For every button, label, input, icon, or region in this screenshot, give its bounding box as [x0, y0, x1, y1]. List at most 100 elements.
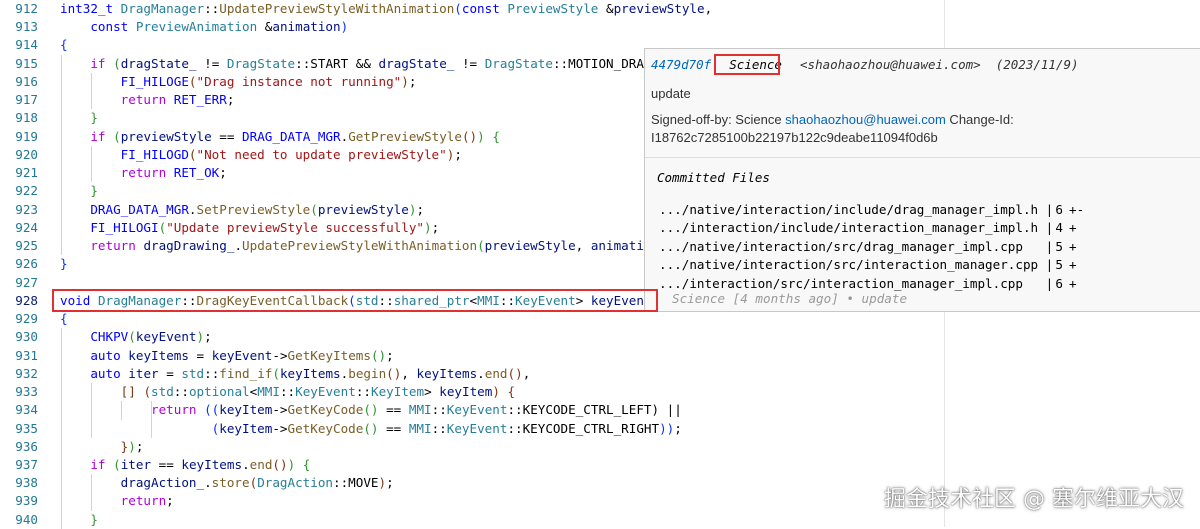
- code-token: (: [113, 128, 121, 144]
- code-token: RET_OK: [173, 165, 220, 181]
- code-line[interactable]: 932 auto iter = std::find_if(keyItems.be…: [0, 365, 1200, 383]
- line-code[interactable]: }: [60, 511, 98, 529]
- indent-guide: [91, 474, 92, 511]
- signed-off-email-link[interactable]: shaohaozhou@huawei.com: [785, 112, 946, 127]
- line-code[interactable]: DRAG_DATA_MGR.SetPreviewStyle(previewSty…: [60, 201, 424, 219]
- line-code[interactable]: int32_t DragManager::UpdatePreviewStyleW…: [60, 0, 712, 18]
- line-code[interactable]: return dragDrawing_.UpdatePreviewStyleWi…: [60, 237, 659, 255]
- committed-file-row[interactable]: .../native/interaction/include/drag_mana…: [659, 201, 1084, 219]
- file-path: .../native/interaction/src/interaction_m…: [659, 257, 1054, 273]
- code-line[interactable]: 912 int32_t DragManager::UpdatePreviewSty…: [0, 0, 1200, 18]
- code-token: (: [310, 201, 318, 217]
- line-code[interactable]: dragAction_.store(DragAction::MOVE);: [60, 474, 394, 492]
- change-id-value: I18762c7285100b22197b122c9deabe11094f0d6…: [651, 130, 938, 145]
- code-token: ): [401, 73, 409, 89]
- line-number: 923: [15, 201, 38, 217]
- author-highlight-box: [714, 54, 780, 75]
- code-token: ): [492, 384, 500, 400]
- code-token: PreviewStyle: [507, 1, 599, 16]
- code-token: ;: [219, 165, 227, 181]
- line-code[interactable]: const PreviewAnimation &animation): [60, 18, 348, 36]
- code-token: optional: [188, 384, 250, 400]
- line-number: 924: [15, 219, 38, 235]
- line-code[interactable]: CHKPV(keyEvent);: [60, 328, 211, 346]
- line-number: 940: [15, 511, 38, 527]
- line-code[interactable]: FI_HILOGI("Update previewStyle successfu…: [60, 219, 439, 237]
- code-line[interactable]: 933 [] (std::optional<MMI::KeyEvent::Key…: [0, 383, 1200, 401]
- code-line[interactable]: 931 auto keyItems = keyEvent->GetKeyItem…: [0, 347, 1200, 365]
- line-code[interactable]: if (previewStyle == DRAG_DATA_MGR.GetPre…: [60, 128, 500, 146]
- commit-author-email: <shaohaozhou@huawei.com>: [800, 57, 981, 72]
- code-token: begin: [348, 365, 387, 381]
- file-change-count: 6: [1055, 202, 1063, 217]
- code-token: ): [423, 219, 432, 235]
- line-code[interactable]: {: [60, 36, 68, 54]
- code-token: return: [120, 165, 167, 181]
- line-code[interactable]: }: [60, 182, 98, 200]
- code-token: KeyEvent: [446, 402, 508, 418]
- line-code[interactable]: auto keyItems = keyEvent->GetKeyItems();: [60, 347, 393, 365]
- code-token: ;: [166, 493, 174, 509]
- code-token: DragState: [226, 55, 296, 71]
- file-path: .../interaction/include/interaction_mana…: [659, 220, 1054, 236]
- line-code[interactable]: if (dragState_ != DragState::START && dr…: [60, 55, 659, 73]
- code-token: ::: [431, 420, 447, 436]
- code-token: CHKPV: [90, 329, 129, 345]
- code-line[interactable]: 913 const PreviewAnimation &animation): [0, 18, 1200, 36]
- code-token: GetKeyItems: [287, 347, 371, 363]
- code-token: keyEvent: [135, 329, 197, 345]
- code-line[interactable]: 940 }: [0, 511, 1200, 529]
- line-code[interactable]: return;: [60, 492, 174, 510]
- code-line[interactable]: 936 });: [0, 438, 1200, 456]
- code-token: auto: [90, 365, 121, 381]
- code-token: &: [598, 1, 614, 16]
- code-token: keyItems: [181, 457, 243, 472]
- code-token: if: [90, 128, 106, 144]
- code-token: ,: [575, 238, 591, 254]
- code-token: find_if: [219, 365, 273, 381]
- code-token: keyEvent: [211, 347, 273, 363]
- line-code[interactable]: FI_HILOGE("Drag instance not running");: [60, 73, 417, 91]
- committed-file-row[interactable]: .../native/interaction/src/drag_manager_…: [659, 238, 1084, 256]
- line-code[interactable]: auto iter = std::find_if(keyItems.begin(…: [60, 365, 530, 383]
- code-token: ::KEYCODE_CTRL_LEFT) ||: [507, 402, 682, 418]
- line-code[interactable]: });: [60, 438, 144, 456]
- code-line[interactable]: 937 if (iter == keyItems.end()) {: [0, 456, 1200, 474]
- line-code[interactable]: return RET_OK;: [60, 164, 227, 182]
- line-code[interactable]: [] (std::optional<MMI::KeyEvent::KeyItem…: [60, 383, 515, 401]
- change-id-label: Change-Id:: [945, 112, 1014, 127]
- code-token: {: [60, 37, 68, 53]
- code-token: auto: [90, 347, 121, 363]
- line-code[interactable]: }: [60, 109, 98, 127]
- line-code[interactable]: {: [60, 310, 68, 328]
- line-code[interactable]: return ((keyItem->GetKeyCode() == MMI::K…: [60, 401, 682, 419]
- code-line[interactable]: 935 (keyItem->GetKeyCode() == MMI::KeyEv…: [0, 420, 1200, 438]
- committed-files-list[interactable]: .../native/interaction/include/drag_mana…: [659, 201, 1084, 293]
- code-token: iter: [128, 365, 159, 381]
- line-code[interactable]: return RET_ERR;: [60, 91, 235, 109]
- code-token: DRAG_DATA_MGR: [90, 201, 189, 217]
- code-line[interactable]: 934 return ((keyItem->GetKeyCode() == MM…: [0, 401, 1200, 419]
- code-line[interactable]: 929 {: [0, 310, 1200, 328]
- code-token: ::KEYCODE_CTRL_RIGHT: [507, 420, 660, 436]
- line-code[interactable]: (keyItem->GetKeyCode() == MMI::KeyEvent:…: [60, 420, 682, 438]
- code-line[interactable]: 930 CHKPV(keyEvent);: [0, 328, 1200, 346]
- commit-body: Signed-off-by: Science shaohaozhou@huawe…: [651, 111, 1181, 147]
- code-token: =: [188, 347, 212, 363]
- line-code[interactable]: if (iter == keyItems.end()) {: [60, 456, 310, 474]
- committed-file-row[interactable]: .../native/interaction/src/interaction_m…: [659, 256, 1084, 274]
- code-token: end: [484, 365, 508, 381]
- commit-hash-link[interactable]: 4479d70f: [651, 57, 711, 72]
- code-token: ==: [378, 402, 409, 418]
- committed-file-row[interactable]: .../interaction/include/interaction_mana…: [659, 219, 1084, 237]
- code-token: )): [659, 420, 675, 436]
- line-code[interactable]: FI_HILOGD("Not need to update previewSty…: [60, 146, 462, 164]
- code-token: (: [113, 457, 121, 472]
- line-code[interactable]: }: [60, 255, 68, 273]
